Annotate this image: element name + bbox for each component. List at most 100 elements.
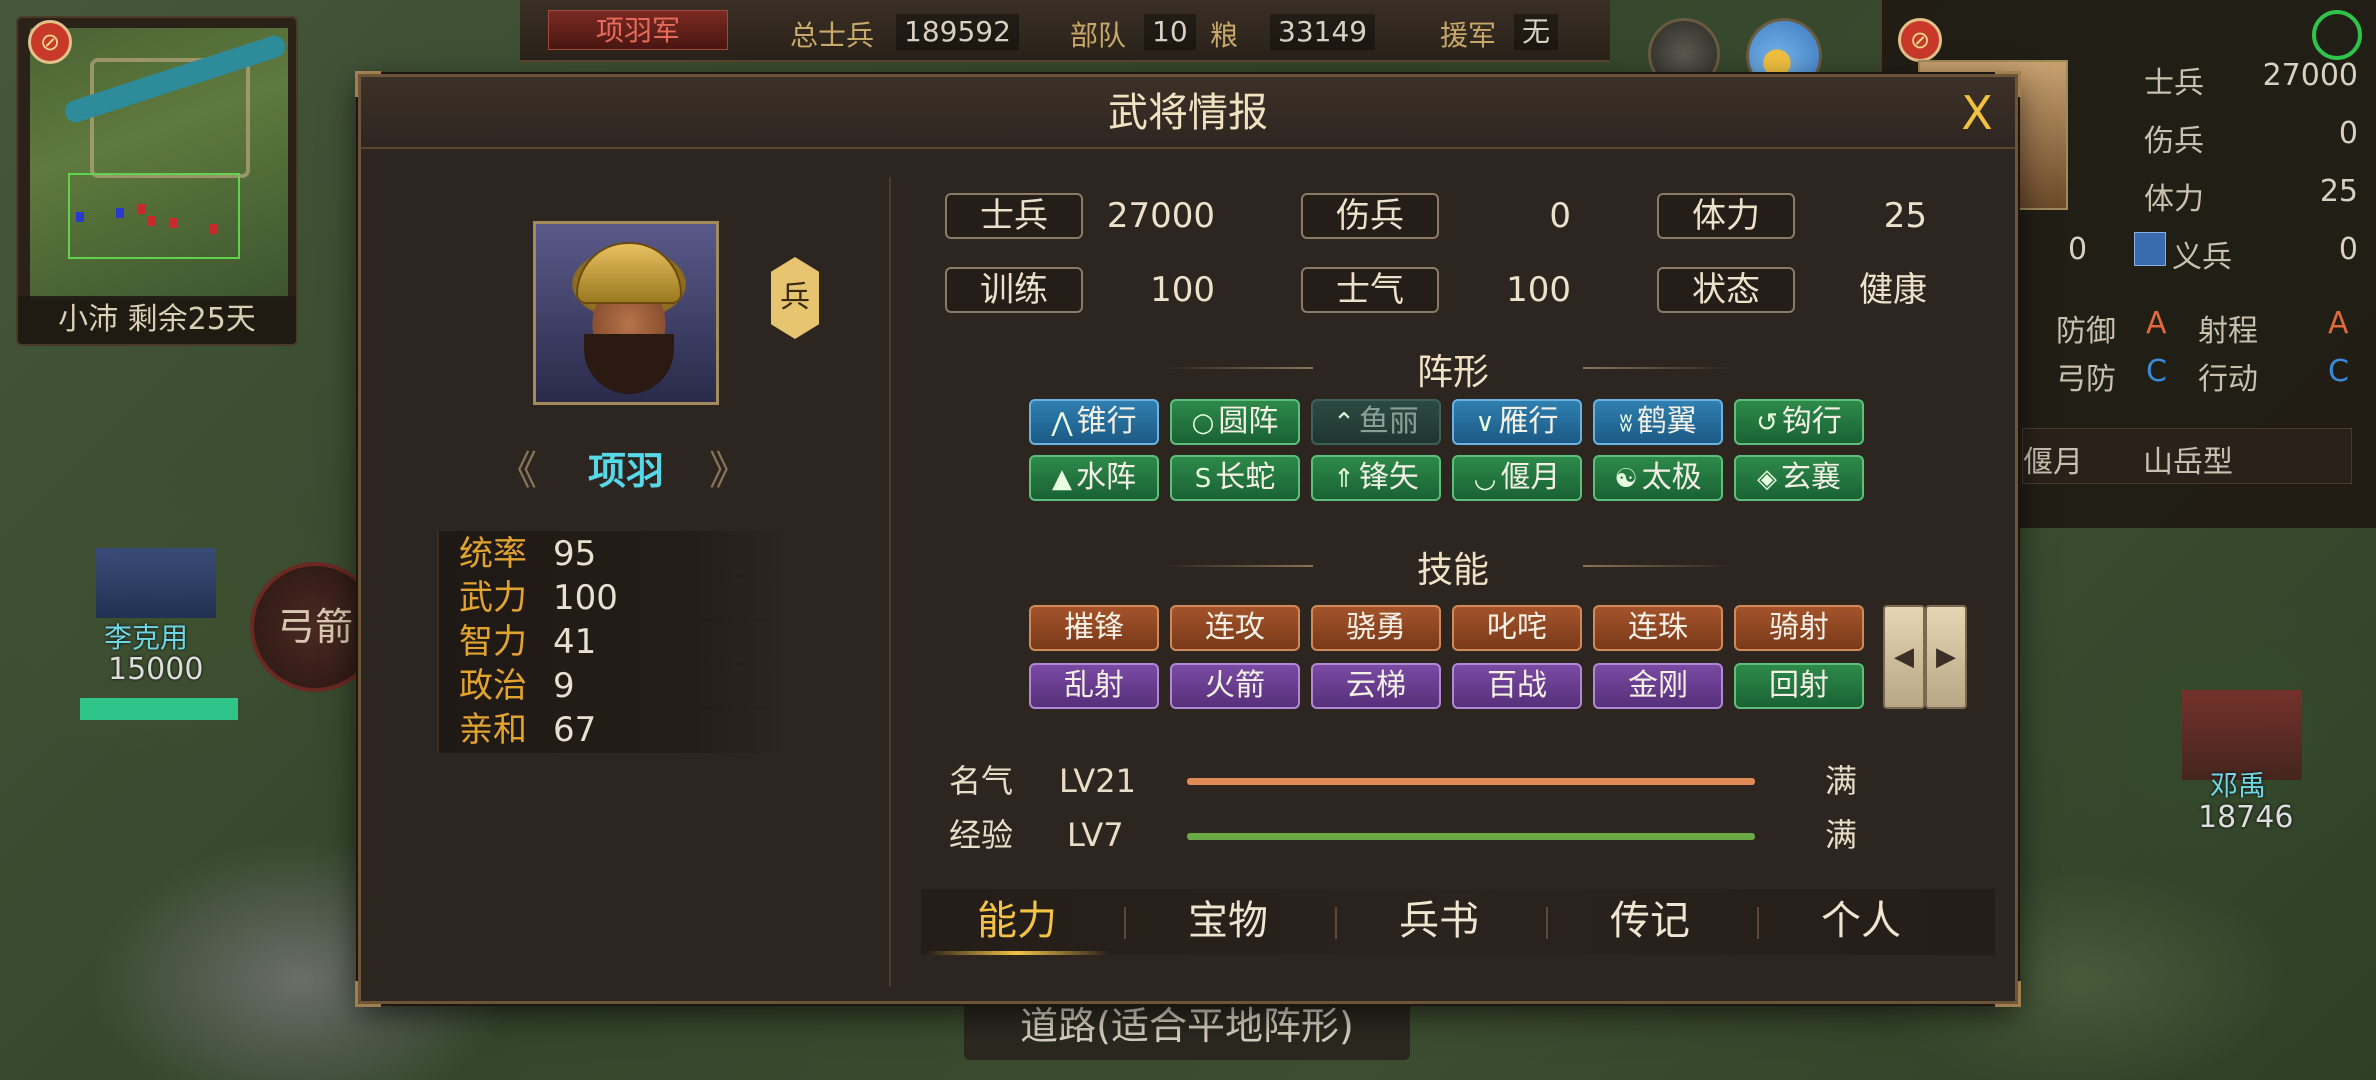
left-unit-sprite[interactable] (96, 548, 216, 618)
attribute-value: 67 (553, 710, 597, 750)
attribute-value: 100 (553, 578, 618, 618)
left-unit-health-bar (80, 698, 238, 720)
fame-full-label: 满 (1825, 762, 1858, 800)
close-icon[interactable]: X (1951, 87, 2003, 139)
unit-type-tag: 兵 (771, 257, 819, 339)
formation-chip[interactable]: ⋀ 锥行 (1029, 399, 1159, 445)
rp-formation-name: 偃月 (2023, 445, 2083, 480)
status-value: 0 (1549, 196, 1571, 236)
skill-chip[interactable]: 云梯 (1311, 663, 1441, 709)
faction-name: 项羽军 (548, 10, 728, 50)
skill-chip[interactable]: 骑射 (1734, 605, 1864, 651)
helmet-shape (576, 242, 682, 304)
dialog-titlebar: 武将情报 X (361, 77, 2015, 149)
exp-label: 经验 (949, 816, 1014, 854)
skills-title: 技能 (1416, 550, 1489, 591)
attribute-row: 亲和 67 (437, 707, 787, 753)
skill-chip[interactable]: 摧锋 (1029, 605, 1159, 651)
fame-level: LV21 (1059, 762, 1136, 800)
status-label: 状态 (1657, 267, 1795, 313)
attribute-row: 政治 9 (437, 663, 787, 709)
reinforce-label: 援军 (1440, 19, 1497, 52)
formation-chip[interactable]: ⌃ 鱼丽 (1311, 399, 1441, 445)
skill-chip[interactable]: 回射 (1734, 663, 1864, 709)
formation-label: 长蛇 (1215, 460, 1276, 495)
skill-chip[interactable]: 乱射 (1029, 663, 1159, 709)
skills-scroll-right-icon[interactable]: ▶ (1925, 605, 1967, 709)
attribute-value: 9 (553, 666, 575, 706)
tab-item[interactable]: 宝物 (1136, 889, 1320, 955)
formation-label: 鱼丽 (1358, 404, 1419, 439)
tab-item[interactable]: 兵书 (1347, 889, 1531, 955)
status-label: 士气 (1301, 267, 1439, 313)
skill-chip[interactable]: 骁勇 (1311, 605, 1441, 651)
attribute-row: 统率 95 (437, 531, 787, 577)
next-hero-icon[interactable]: 》 (709, 447, 749, 495)
attribute-value: 41 (553, 622, 597, 662)
rp-defense-label: 防御 (2056, 314, 2116, 349)
minimap-caption: 小沛 剩余25天 (18, 296, 296, 344)
troops-label: 部队 (1070, 19, 1127, 52)
tab-item[interactable]: 个人 (1769, 889, 1953, 955)
status-label: 训练 (945, 267, 1083, 313)
left-unit-count: 15000 (108, 652, 204, 687)
exp-full-label: 满 (1825, 816, 1858, 854)
skills-scroll-left-icon[interactable]: ◀ (1883, 605, 1925, 709)
formation-chip[interactable]: ʬ 鹤翼 (1593, 399, 1723, 445)
formation-chip[interactable]: S 长蛇 (1170, 455, 1300, 501)
tab-item[interactable]: 传记 (1558, 889, 1742, 955)
formation-icon: ʬ (1619, 408, 1633, 438)
unit-menu-badge-icon[interactable]: ⊘ (1898, 18, 1942, 62)
troops-value: 10 (1144, 14, 1196, 50)
formation-icon: ◈ (1757, 464, 1777, 494)
rp-militia-label: 义兵 (2172, 240, 2232, 275)
formation-chip[interactable]: ∨ 雁行 (1452, 399, 1582, 445)
formation-chip[interactable]: ⇑ 锋矢 (1311, 455, 1441, 501)
status-label: 体力 (1657, 193, 1795, 239)
formation-icon: ◡ (1473, 464, 1497, 494)
attribute-label: 武力 (459, 578, 527, 618)
rp-arrow-def-grade: C (2146, 354, 2167, 389)
formation-icon: ↺ (1756, 408, 1778, 438)
skill-chip[interactable]: 百战 (1452, 663, 1582, 709)
network-signal-icon (2312, 10, 2362, 60)
food-value: 33149 (1270, 14, 1376, 50)
formation-icon: ⇑ (1333, 464, 1355, 494)
formation-chip[interactable]: ○ 圆阵 (1170, 399, 1300, 445)
skill-chip[interactable]: 连攻 (1170, 605, 1300, 651)
rp-soldiers-label: 士兵 (2144, 66, 2204, 101)
rp-wounded-label: 伤兵 (2144, 124, 2204, 159)
minimap[interactable]: 小沛 剩余25天 (16, 16, 298, 346)
rp-range-label: 射程 (2198, 314, 2258, 349)
skill-chip[interactable]: 火箭 (1170, 663, 1300, 709)
status-value: 健康 (1859, 270, 1927, 310)
tab-item[interactable]: 能力 (925, 889, 1109, 955)
menu-badge-icon[interactable]: ⊘ (28, 20, 72, 64)
attribute-label: 统率 (459, 534, 527, 574)
rp-stamina-value: 25 (2319, 174, 2358, 209)
attribute-label: 智力 (459, 622, 527, 662)
formation-chip[interactable]: ◡ 偃月 (1452, 455, 1582, 501)
formation-icon: ○ (1191, 408, 1215, 438)
general-info-dialog: 武将情报 X 兵 《 项羽 》 统率 95 武力 100 智力 41 政治 9 亲和 67 士兵 2… (355, 71, 2021, 1007)
formation-title: 阵形 (1416, 352, 1489, 393)
skill-chip[interactable]: 叱咤 (1452, 605, 1582, 651)
rp-action-label: 行动 (2198, 362, 2258, 397)
exp-level: LV7 (1067, 816, 1124, 854)
formation-chip[interactable]: ▲ 水阵 (1029, 455, 1159, 501)
fame-progress-bar (1187, 778, 1755, 785)
formation-label: 偃月 (1500, 460, 1561, 495)
rp-action-grade: C (2328, 354, 2349, 389)
formation-chip[interactable]: ☯ 太极 (1593, 455, 1723, 501)
skill-chip[interactable]: 连珠 (1593, 605, 1723, 651)
formation-icon: ⋀ (1051, 408, 1073, 438)
formation-chip[interactable]: ◈ 玄襄 (1734, 455, 1864, 501)
formation-icon: S (1194, 464, 1212, 494)
minimap-terrain (30, 28, 288, 300)
formation-chip[interactable]: ↺ 钩行 (1734, 399, 1864, 445)
rp-militia-left-value: 0 (2068, 232, 2088, 267)
total-soldiers-value: 189592 (896, 14, 1019, 50)
right-unit-count: 18746 (2198, 800, 2294, 835)
attribute-label: 亲和 (459, 710, 527, 750)
skill-chip[interactable]: 金刚 (1593, 663, 1723, 709)
